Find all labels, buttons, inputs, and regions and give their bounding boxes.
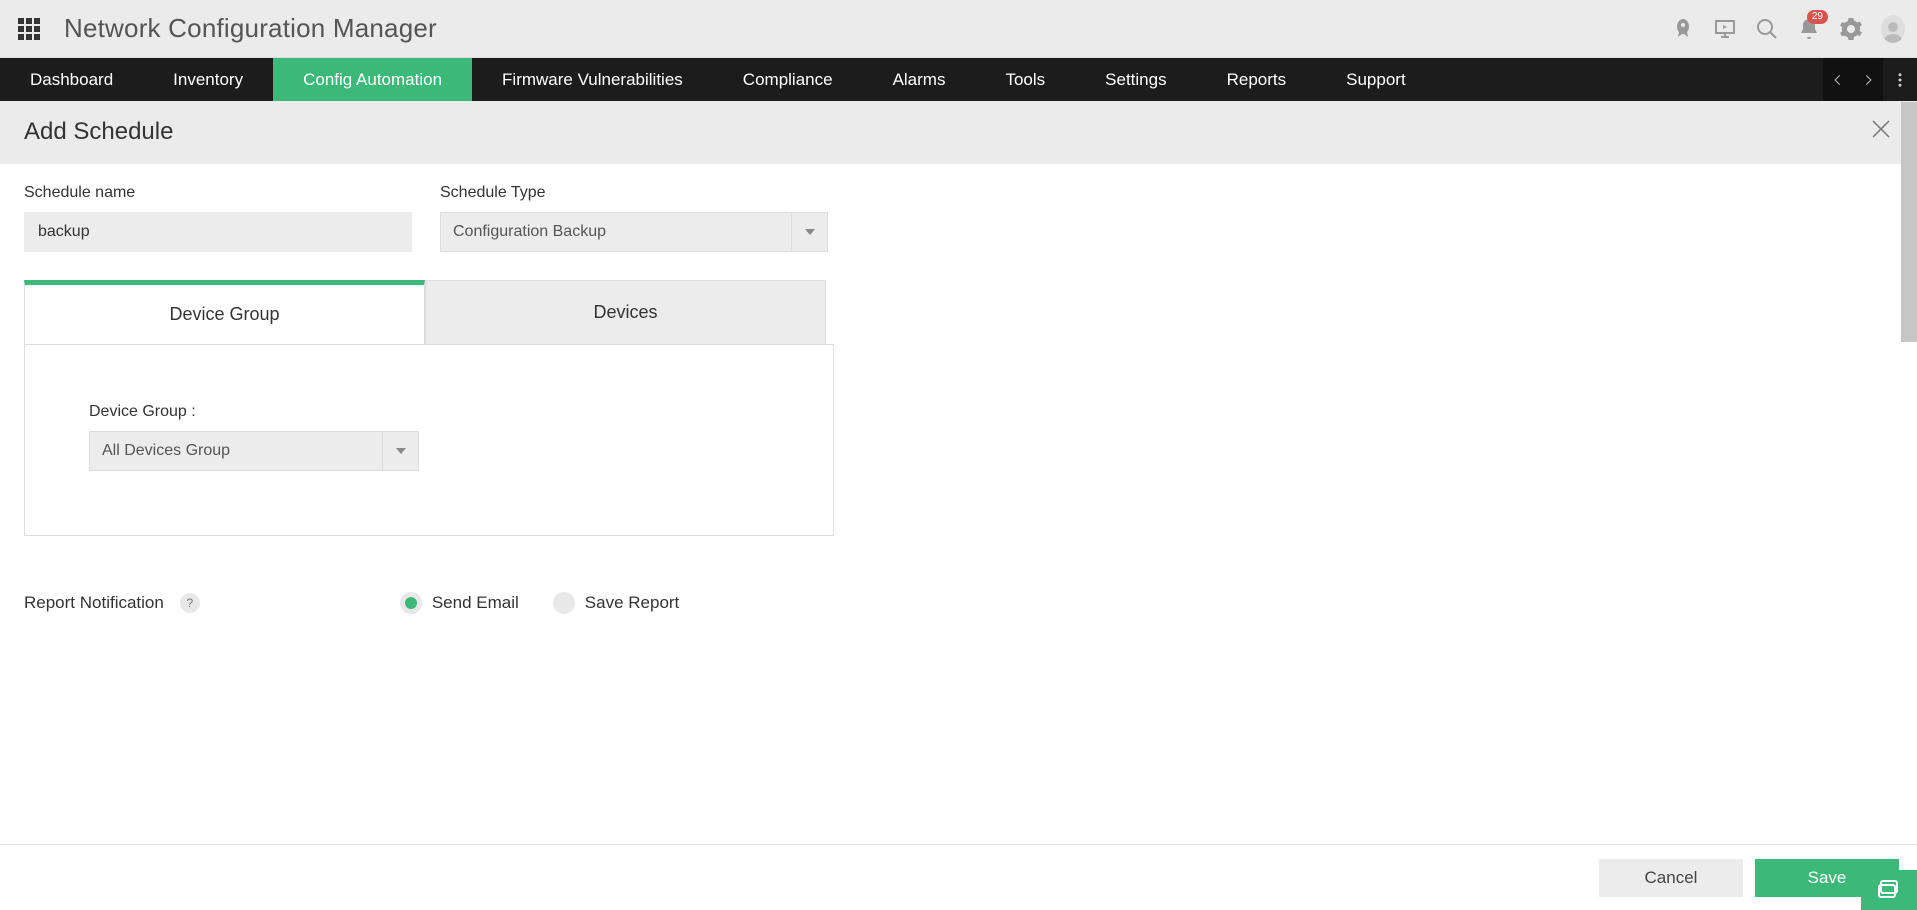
nav-item-dashboard[interactable]: Dashboard: [0, 58, 143, 101]
bell-icon[interactable]: 29: [1797, 17, 1821, 41]
schedule-type-label: Schedule Type: [440, 184, 828, 202]
radio-dot-checked-icon: [400, 592, 422, 614]
tab-device-group[interactable]: Device Group: [24, 280, 425, 344]
nav-item-compliance[interactable]: Compliance: [713, 58, 863, 101]
report-notification-label: Report Notification: [24, 593, 164, 613]
nav-item-inventory[interactable]: Inventory: [143, 58, 273, 101]
nav-item-settings[interactable]: Settings: [1075, 58, 1196, 101]
nav-scroll-right-icon[interactable]: [1853, 58, 1883, 101]
device-group-value: All Devices Group: [102, 442, 230, 460]
save-report-label: Save Report: [585, 593, 680, 613]
tab-devices[interactable]: Devices: [425, 280, 826, 344]
scrollbar-thumb[interactable]: [1901, 102, 1917, 342]
notification-badge: 29: [1807, 10, 1828, 24]
radio-send-email[interactable]: Send Email: [400, 592, 519, 614]
help-icon[interactable]: ?: [180, 593, 200, 613]
close-icon[interactable]: [1869, 117, 1893, 146]
nav-item-alarms[interactable]: Alarms: [863, 58, 976, 101]
top-header: Network Configuration Manager 29: [0, 0, 1917, 58]
nav-item-reports[interactable]: Reports: [1197, 58, 1317, 101]
nav-item-support[interactable]: Support: [1316, 58, 1436, 101]
chevron-down-icon: [791, 213, 827, 251]
schedule-name-input[interactable]: [24, 212, 412, 252]
nav-scroll-left-icon[interactable]: [1823, 58, 1853, 101]
presentation-icon[interactable]: [1713, 17, 1737, 41]
nav-item-config-automation[interactable]: Config Automation: [273, 58, 472, 101]
device-group-label: Device Group :: [89, 403, 769, 421]
gear-icon[interactable]: [1839, 17, 1863, 41]
page-title-row: Add Schedule: [0, 101, 1917, 164]
tab-body-device-group: Device Group : All Devices Group: [24, 344, 834, 536]
search-icon[interactable]: [1755, 17, 1779, 41]
nav-item-tools[interactable]: Tools: [975, 58, 1075, 101]
page-title: Add Schedule: [24, 118, 173, 146]
content: Schedule name Schedule Type Configuratio…: [0, 164, 850, 654]
chevron-down-icon: [382, 432, 418, 470]
cancel-button[interactable]: Cancel: [1599, 859, 1743, 897]
rocket-icon[interactable]: [1671, 17, 1695, 41]
chat-icon[interactable]: [1861, 870, 1917, 910]
apps-grid-icon[interactable]: [18, 18, 40, 40]
schedule-type-select[interactable]: Configuration Backup: [440, 212, 828, 252]
radio-dot-icon: [553, 592, 575, 614]
device-group-select[interactable]: All Devices Group: [89, 431, 419, 471]
radio-save-report[interactable]: Save Report: [553, 592, 680, 614]
send-email-label: Send Email: [432, 593, 519, 613]
main-nav: Dashboard Inventory Config Automation Fi…: [0, 58, 1917, 101]
footer: Cancel Save: [0, 844, 1917, 910]
avatar[interactable]: [1881, 17, 1905, 41]
schedule-name-label: Schedule name: [24, 184, 412, 202]
header-icons: 29: [1671, 17, 1905, 41]
schedule-type-value: Configuration Backup: [453, 223, 606, 241]
app-title: Network Configuration Manager: [64, 13, 437, 44]
nav-more-icon[interactable]: [1883, 58, 1917, 101]
nav-item-firmware-vulnerabilities[interactable]: Firmware Vulnerabilities: [472, 58, 713, 101]
